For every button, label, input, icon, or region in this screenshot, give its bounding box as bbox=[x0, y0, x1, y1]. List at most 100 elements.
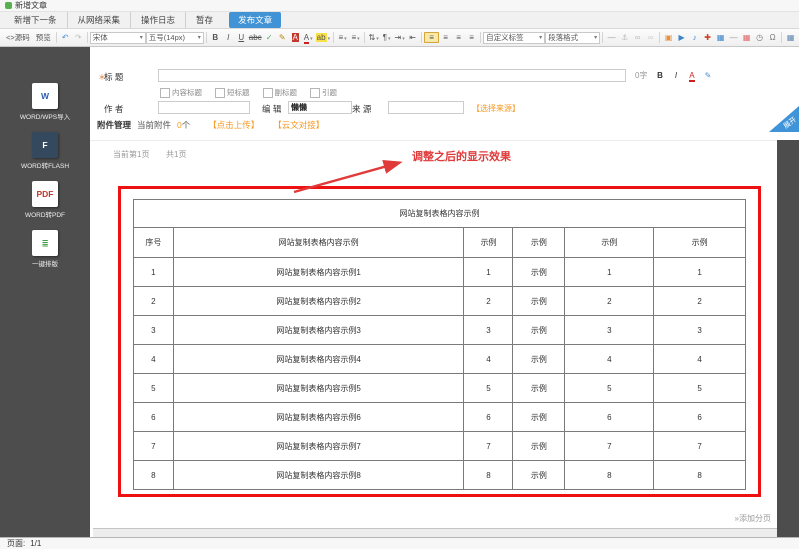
title-bold-icon[interactable]: B bbox=[653, 71, 666, 80]
action-button[interactable]: 操作日志 bbox=[130, 12, 185, 28]
table-cell: 6 bbox=[464, 403, 513, 432]
spellcheck-icon[interactable]: ✓ bbox=[263, 33, 276, 42]
table-cell: 网站复制表格内容示例7 bbox=[173, 432, 464, 461]
editor-canvas[interactable]: 网站复制表格内容示例 序号网站复制表格内容示例示例示例示例示例 1 网站复制表格… bbox=[93, 168, 777, 529]
action-button[interactable]: 新增下一条 bbox=[4, 12, 67, 28]
title-option-group: 内容标题 短标题 副标题 引题 bbox=[160, 87, 337, 98]
horizontal-scrollbar[interactable] bbox=[93, 528, 777, 537]
bold-icon[interactable]: B bbox=[209, 33, 222, 42]
table-cell: 5 bbox=[565, 374, 654, 403]
title-brush-icon[interactable]: ✎ bbox=[701, 71, 714, 80]
preview-button[interactable]: 预览 bbox=[33, 32, 54, 43]
undo-icon[interactable]: ↶ bbox=[59, 33, 72, 42]
upload-link[interactable]: 【点击上传】 bbox=[208, 119, 259, 131]
font-family-select[interactable]: 宋体 bbox=[90, 32, 146, 44]
paragraph-format-select[interactable]: 段落格式 bbox=[545, 32, 600, 44]
paragraph-spacing-icon[interactable]: ¶ bbox=[380, 33, 393, 42]
add-page-link[interactable]: »添加分页 bbox=[735, 513, 771, 524]
choose-source-link[interactable]: 【选择来源】 bbox=[472, 103, 520, 114]
table-cell: 3 bbox=[134, 316, 174, 345]
media-icon[interactable]: ▦ bbox=[714, 33, 727, 42]
cloud-dock-link[interactable]: 【云文对接】 bbox=[273, 119, 324, 131]
word-to-pdf-icon: PDF bbox=[32, 181, 58, 207]
link-icon[interactable]: ∞ bbox=[631, 33, 644, 42]
unordered-list-icon[interactable]: ≡ bbox=[349, 33, 362, 42]
indent-icon[interactable]: ⇥ bbox=[393, 33, 406, 42]
author-input[interactable] bbox=[158, 101, 250, 114]
source-label: 来 源 bbox=[352, 103, 371, 115]
title-italic-icon[interactable]: I bbox=[669, 71, 682, 80]
title-tools: 0字BIA✎ bbox=[632, 70, 714, 81]
action-button[interactable]: 从网络采集 bbox=[67, 12, 131, 28]
tab-current-page[interactable]: 当前第1页 bbox=[113, 149, 149, 160]
title-option-checkbox[interactable]: 引题 bbox=[310, 87, 337, 98]
title-font-color-icon[interactable]: A bbox=[685, 71, 698, 80]
hr-icon[interactable]: — bbox=[605, 33, 618, 42]
table-row: 5 网站复制表格内容示例5 5 示例 5 5 bbox=[134, 374, 746, 403]
attachment-row: 附件管理 当前附件 0 个 【点击上传】 【云文对接】 bbox=[97, 119, 324, 131]
checkbox-icon[interactable] bbox=[215, 88, 225, 98]
ordered-list-icon[interactable]: ≡ bbox=[336, 33, 349, 42]
checkbox-icon[interactable] bbox=[160, 88, 170, 98]
image-icon[interactable]: ▣ bbox=[662, 33, 675, 42]
title-option-checkbox[interactable]: 短标题 bbox=[215, 87, 250, 98]
publish-button[interactable]: 发布文章 bbox=[229, 12, 281, 28]
audio-icon[interactable]: ♪ bbox=[688, 33, 701, 42]
table-header-cell: 示例 bbox=[565, 228, 654, 258]
align-justify-icon[interactable]: ≡ bbox=[465, 33, 478, 42]
hr2-icon[interactable]: — bbox=[727, 33, 740, 42]
checkbox-icon[interactable] bbox=[310, 88, 320, 98]
editor-label: 编 辑 bbox=[262, 103, 281, 115]
table-cell: 示例 bbox=[513, 316, 565, 345]
table-cell: 2 bbox=[464, 287, 513, 316]
sidebar-item-one-click-format[interactable]: ≣ 一键排版 bbox=[32, 230, 58, 268]
highlight-color-icon[interactable]: ab bbox=[315, 33, 331, 42]
action-button[interactable]: 暂存 bbox=[185, 12, 223, 28]
omega-icon[interactable]: Ω bbox=[766, 33, 779, 42]
table-icon[interactable]: ▦ bbox=[784, 33, 797, 42]
format-brush-icon[interactable]: ✎ bbox=[276, 33, 289, 42]
sidebar-item-label: WORD/WPS导入 bbox=[20, 111, 70, 121]
custom-tag-select[interactable]: 自定义标签 bbox=[483, 32, 545, 44]
title-input[interactable] bbox=[158, 69, 626, 82]
source-code-button[interactable]: <>源码 bbox=[3, 32, 33, 43]
title-option-checkbox[interactable]: 内容标题 bbox=[160, 87, 202, 98]
sidebar-item-word-import[interactable]: W WORD/WPS导入 bbox=[20, 83, 70, 121]
calendar-icon[interactable]: ▦ bbox=[740, 33, 753, 42]
unlink-icon[interactable]: ∞ bbox=[644, 33, 657, 42]
font-size-select[interactable]: 五号(14px) bbox=[146, 32, 204, 44]
anchor-icon[interactable]: ⚓ bbox=[618, 33, 631, 42]
source-input[interactable] bbox=[388, 101, 464, 114]
title-option-checkbox[interactable]: 副标题 bbox=[263, 87, 298, 98]
table-cell: 4 bbox=[654, 345, 746, 374]
strikethrough-icon[interactable]: abc bbox=[248, 33, 263, 42]
tab-total-pages[interactable]: 共1页 bbox=[166, 149, 186, 160]
outdent-icon[interactable]: ⇤ bbox=[406, 33, 419, 42]
clock-icon[interactable]: ◷ bbox=[753, 33, 766, 42]
align-center-icon[interactable]: ≡ bbox=[439, 33, 452, 42]
table-cell: 1 bbox=[565, 258, 654, 287]
checkbox-label: 短标题 bbox=[227, 87, 250, 98]
table-cell: 2 bbox=[565, 287, 654, 316]
checkbox-icon[interactable] bbox=[263, 88, 273, 98]
attachment-icon[interactable]: ✚ bbox=[701, 33, 714, 42]
editor-input[interactable]: 懒懒 bbox=[288, 101, 352, 114]
font-color-icon[interactable]: A bbox=[302, 33, 315, 42]
video-icon[interactable]: ▶ bbox=[675, 33, 688, 42]
italic-icon[interactable]: I bbox=[222, 33, 235, 42]
table-cell: 6 bbox=[654, 403, 746, 432]
line-height-icon[interactable]: ⇅ bbox=[367, 33, 380, 42]
underline-icon[interactable]: U bbox=[235, 33, 248, 42]
align-right-icon[interactable]: ≡ bbox=[452, 33, 465, 42]
redo-icon[interactable]: ↷ bbox=[72, 33, 85, 42]
sidebar-item-word-to-flash[interactable]: F WORD转FLASH bbox=[21, 132, 69, 170]
toolbar-separator bbox=[364, 32, 365, 43]
dictionary-icon[interactable]: A bbox=[289, 33, 302, 42]
table-row: 1 网站复制表格内容示例1 1 示例 1 1 bbox=[134, 258, 746, 287]
page-label: 页面: bbox=[7, 538, 25, 549]
table-cell: 网站复制表格内容示例3 bbox=[173, 316, 464, 345]
sidebar-item-word-to-pdf[interactable]: PDF WORD转PDF bbox=[25, 181, 65, 219]
align-left-icon[interactable]: ≡ bbox=[424, 32, 439, 43]
content-preview-table[interactable]: 网站复制表格内容示例 序号网站复制表格内容示例示例示例示例示例 1 网站复制表格… bbox=[133, 199, 746, 490]
attachment-label: 附件管理 bbox=[97, 119, 131, 131]
